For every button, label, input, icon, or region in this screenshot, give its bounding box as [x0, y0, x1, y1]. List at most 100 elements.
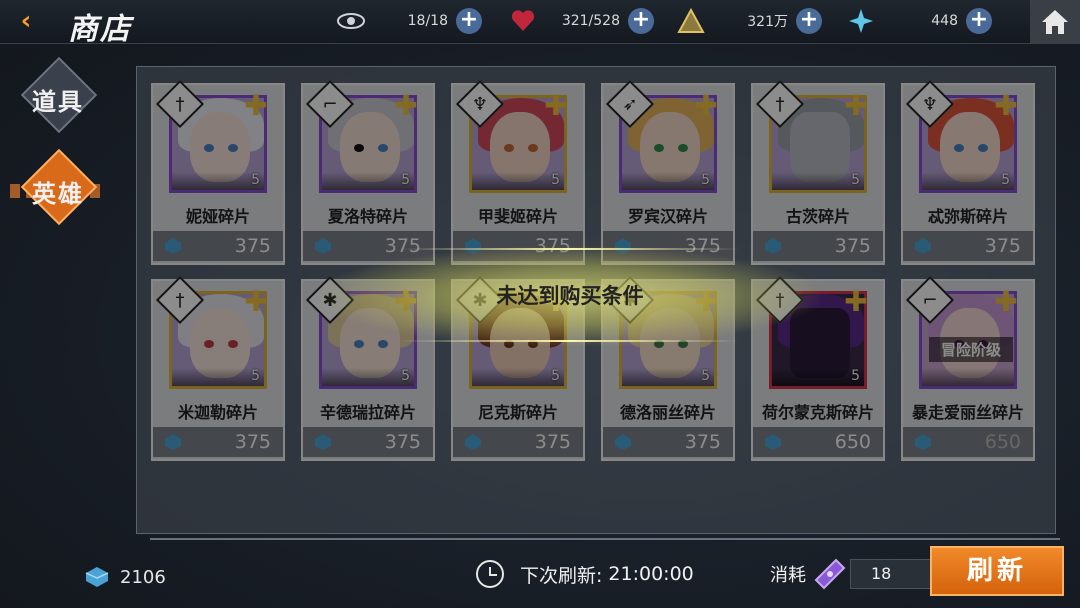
shop-item-card[interactable]: 5 ♆ ✚ 甲斐姬碎片 375 [451, 79, 585, 265]
add-resource-button[interactable]: + [628, 8, 654, 34]
item-name: 古茨碎片 [785, 207, 850, 226]
puzzle-piece-icon: ✚ [694, 89, 718, 122]
item-price: 375 [534, 431, 571, 453]
purchase-condition-toast: 未达到购买条件 [320, 246, 820, 346]
item-price: 375 [234, 235, 271, 257]
pyramid-icon [676, 6, 706, 36]
top-bar: ‹ 商店 18/18 + 321/528 + 321万 + 448 + [0, 0, 1080, 47]
puzzle-piece-icon: ✚ [844, 89, 868, 122]
item-name: 罗宾汉碎片 [627, 207, 708, 226]
item-price: 375 [984, 235, 1021, 257]
refresh-cost: 消耗 18 [770, 556, 940, 592]
item-name: 荷尔蒙克斯碎片 [761, 403, 874, 422]
gem-balance-value: 2106 [120, 566, 166, 588]
shop-item-card[interactable]: 5 † ✚ 妮娅碎片 375 [151, 79, 285, 265]
gem-icon [465, 434, 481, 450]
gem-icon [915, 238, 931, 254]
resource-stamina: 18/18 + [336, 6, 482, 36]
shop-item-card[interactable]: 5 † ✚ 米迦勒碎片 375 [151, 275, 285, 461]
star-level: 5 [851, 172, 860, 188]
star-level: 5 [701, 368, 710, 384]
add-resource-button[interactable]: + [796, 8, 822, 34]
resource-value: 321/528 [561, 13, 620, 29]
puzzle-piece-icon: ✚ [394, 89, 418, 122]
next-refresh-time: 21:00:00 [608, 563, 694, 585]
item-price: 375 [684, 431, 721, 453]
resource-heart: 321/528 + [508, 6, 654, 36]
home-icon [1042, 10, 1068, 34]
item-name: 米迦勒碎片 [177, 403, 258, 422]
gem-balance: 2106 [84, 566, 166, 588]
clock-icon [476, 560, 504, 588]
chevron-left-icon: ‹ [20, 6, 32, 36]
item-price: 650 [834, 431, 871, 453]
item-price: 375 [834, 235, 871, 257]
tab-heroes[interactable]: 英雄 [10, 148, 106, 226]
star-level: 5 [251, 368, 260, 384]
divider [150, 538, 1060, 540]
star-level: 5 [251, 172, 260, 188]
puzzle-piece-icon: ✚ [244, 285, 268, 318]
shop-item-card[interactable]: 5 ⌐ ✚ 夏洛特碎片 375 [301, 79, 435, 265]
item-name: 夏洛特碎片 [327, 207, 408, 226]
star-level: 5 [551, 172, 560, 188]
gem-icon [315, 434, 331, 450]
page-title: 商店 [68, 12, 132, 47]
refresh-ticket-icon [814, 558, 846, 590]
gem-icon [765, 434, 781, 450]
shop-screen: ‹ 商店 18/18 + 321/528 + 321万 + 448 + 道具 英… [0, 0, 1080, 608]
item-name: 忒弥斯碎片 [927, 207, 1008, 226]
star-level: 5 [551, 368, 560, 384]
back-button[interactable]: ‹ [8, 4, 44, 38]
star-crystal-icon [846, 6, 876, 36]
next-refresh: 下次刷新: 21:00:00 [476, 560, 694, 588]
tab-items[interactable]: 道具 [10, 56, 106, 134]
star-level: 5 [401, 172, 410, 188]
next-refresh-label: 下次刷新: [520, 564, 603, 587]
star-level: 5 [1001, 172, 1010, 188]
tab-items-label: 道具 [32, 88, 84, 116]
resource-crystal: 448 + [846, 6, 992, 36]
refresh-button[interactable]: 刷新 [930, 546, 1064, 596]
shop-item-card[interactable]: 5 ➶ ✚ 罗宾汉碎片 375 [601, 79, 735, 265]
star-level: 5 [851, 368, 860, 384]
item-price: 650 [984, 431, 1021, 453]
item-name: 暴走爱丽丝碎片 [911, 403, 1024, 422]
star-level: 5 [401, 368, 410, 384]
eye-icon [336, 6, 366, 36]
puzzle-piece-icon: ✚ [244, 89, 268, 122]
puzzle-piece-icon: ✚ [544, 89, 568, 122]
add-resource-button[interactable]: + [966, 8, 992, 34]
tab-heroes-label: 英雄 [32, 180, 84, 208]
item-name: 尼克斯碎片 [477, 403, 558, 422]
item-name: 辛德瑞拉碎片 [319, 403, 416, 422]
gem-icon [615, 434, 631, 450]
home-button[interactable] [1030, 0, 1080, 44]
cost-count: 18 [850, 559, 940, 589]
gem-icon [85, 567, 109, 587]
item-price: 375 [384, 431, 421, 453]
lock-requirement-label: 冒险阶级 [929, 337, 1013, 362]
item-name: 德洛丽丝碎片 [619, 403, 716, 422]
item-name: 甲斐姬碎片 [477, 207, 558, 226]
item-name: 妮娅碎片 [185, 207, 250, 226]
gem-icon [165, 434, 181, 450]
gem-icon [165, 238, 181, 254]
cost-label: 消耗 [770, 565, 806, 586]
shop-item-card[interactable]: 5 † ✚ 古茨碎片 375 [751, 79, 885, 265]
add-resource-button[interactable]: + [456, 8, 482, 34]
resource-value: 448 [931, 13, 958, 29]
heart-icon [508, 6, 538, 36]
shop-item-card[interactable]: 冒险阶级 ⌐ ✚ 暴走爱丽丝碎片 650 [901, 275, 1035, 461]
puzzle-piece-icon: ✚ [844, 285, 868, 318]
toast-message: 未达到购买条件 [496, 284, 644, 308]
puzzle-piece-icon: ✚ [994, 89, 1018, 122]
puzzle-piece-icon: ✚ [994, 285, 1018, 318]
resource-gold: 321万 + [676, 6, 822, 36]
resource-value: 321万 [747, 14, 788, 30]
gem-icon [915, 434, 931, 450]
resource-value: 18/18 [407, 13, 448, 29]
shop-item-card[interactable]: 5 ♆ ✚ 忒弥斯碎片 375 [901, 79, 1035, 265]
item-price: 375 [234, 431, 271, 453]
star-level: 5 [701, 172, 710, 188]
